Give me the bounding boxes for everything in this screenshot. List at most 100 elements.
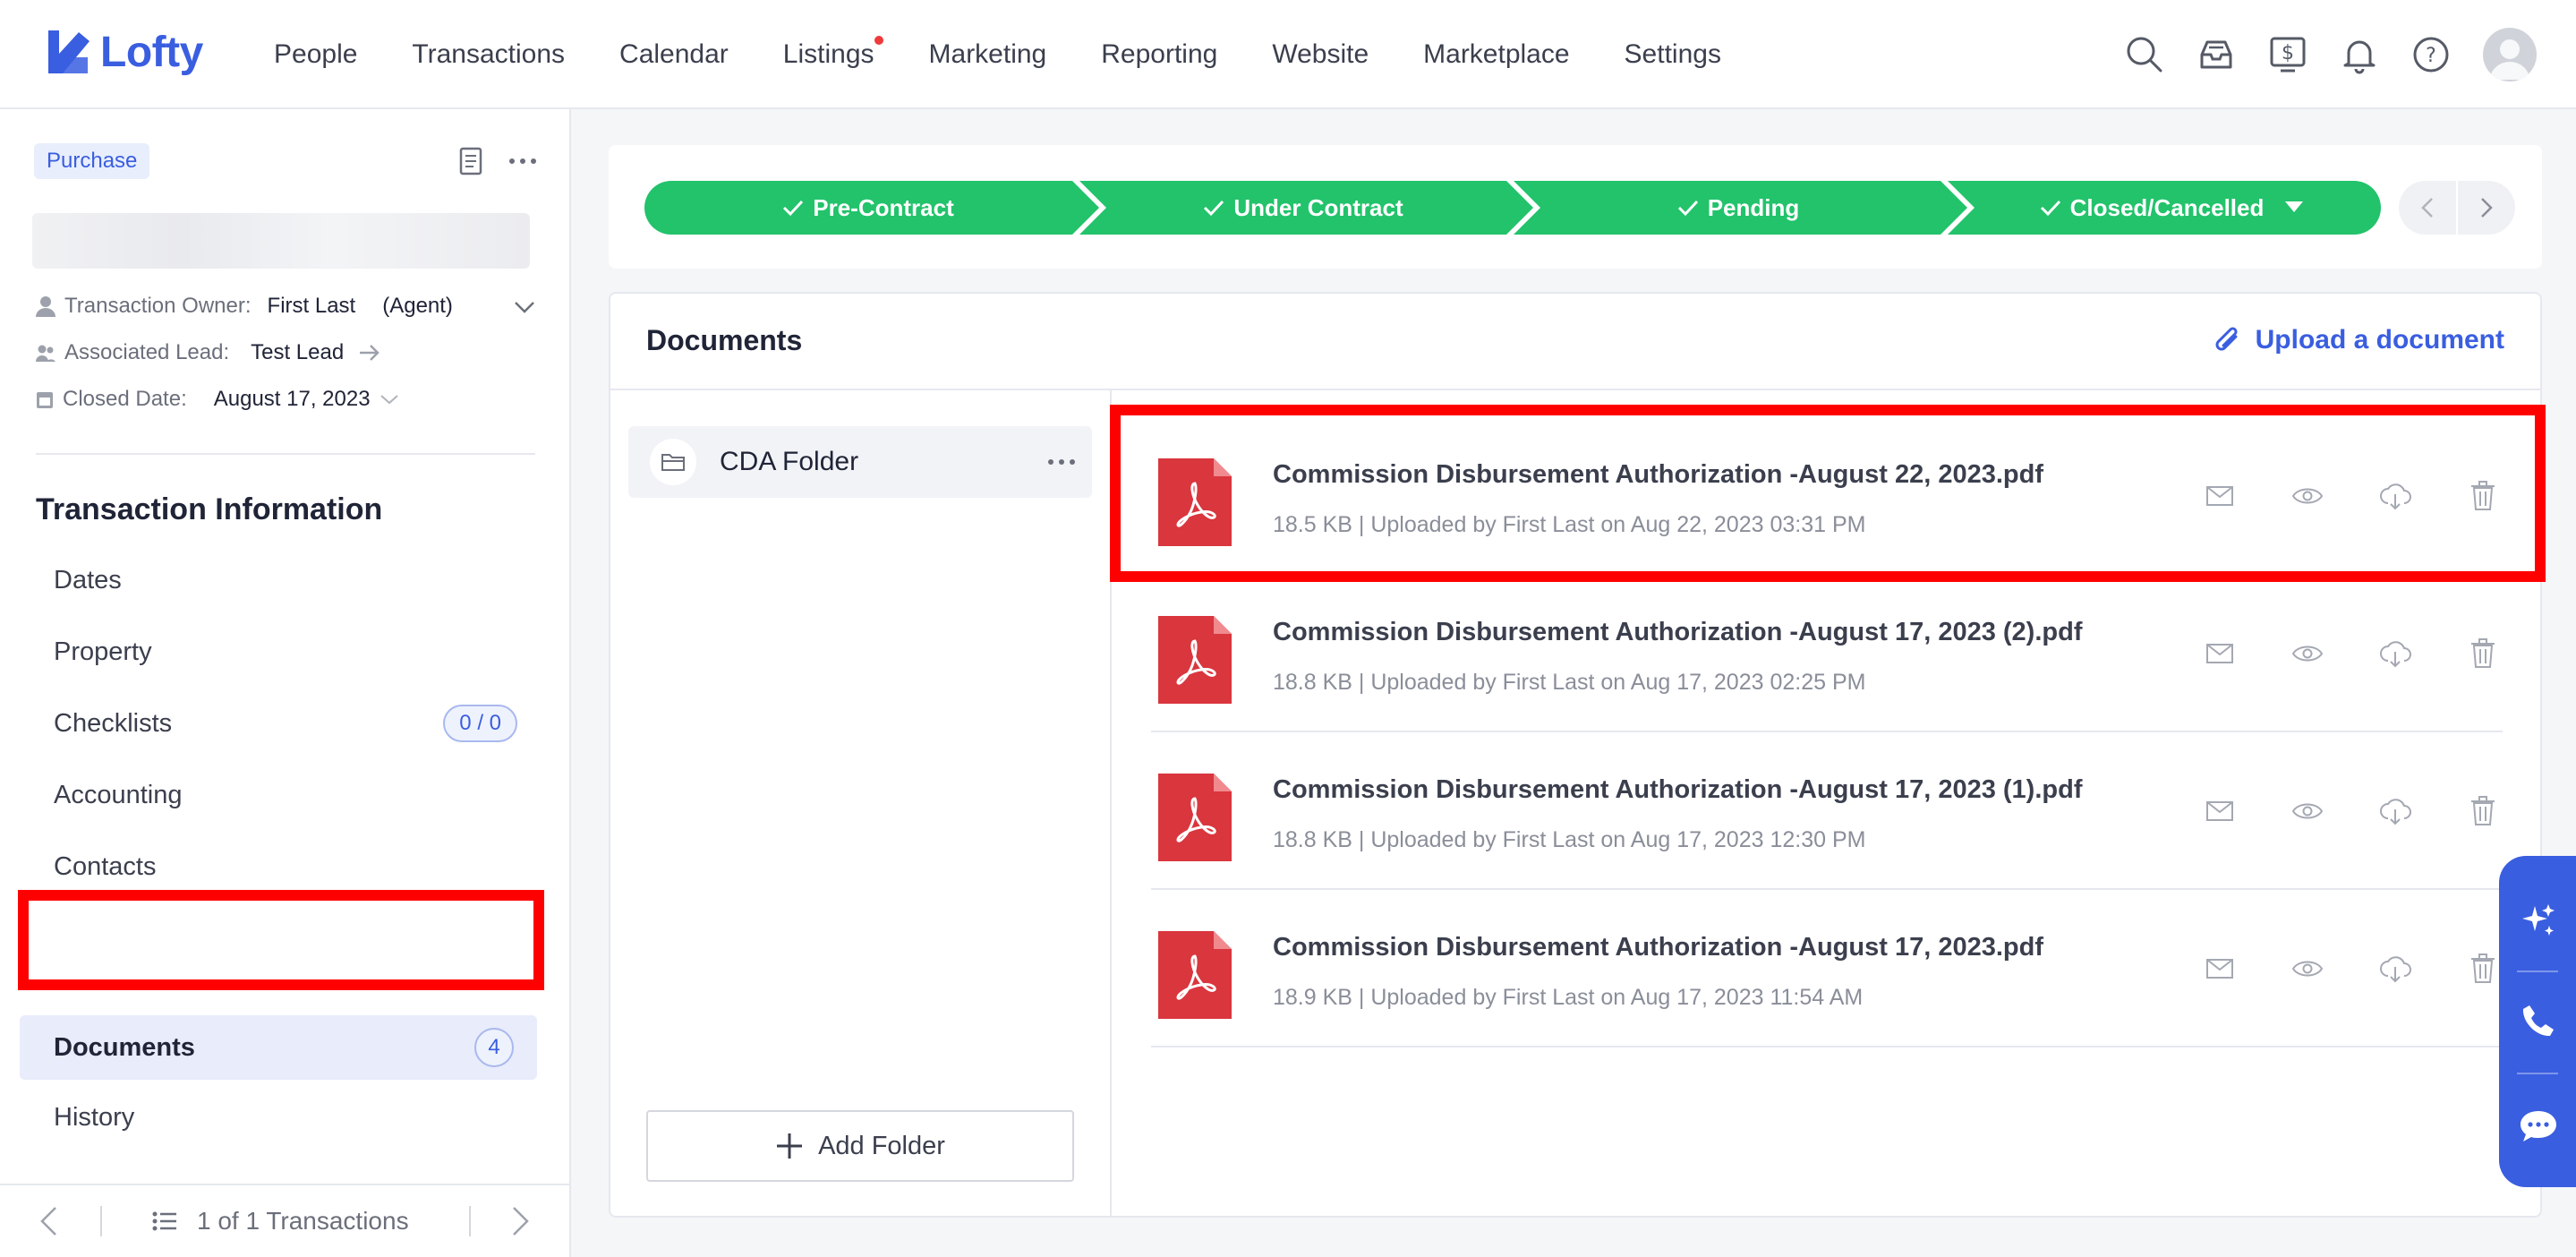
document-name[interactable]: Commission Disbursement Authorization -A… <box>1273 933 2043 962</box>
help-icon[interactable]: ? <box>2411 35 2451 74</box>
lead-value[interactable]: Test Lead <box>251 340 344 365</box>
document-row[interactable]: Commission Disbursement Authorization -A… <box>1151 575 2503 732</box>
pager-separator <box>469 1206 471 1236</box>
folder-list: CDA Folder Add Folder <box>610 390 1112 1216</box>
email-icon[interactable] <box>2200 949 2239 988</box>
nav-item-transactions[interactable]: Transactions <box>412 39 565 70</box>
stage-next-button[interactable] <box>2458 181 2515 235</box>
bell-icon[interactable] <box>2340 35 2379 74</box>
sidebar-divider <box>36 453 535 455</box>
email-icon[interactable] <box>2200 476 2239 516</box>
eye-icon[interactable] <box>2288 634 2327 673</box>
notes-icon[interactable] <box>453 143 489 179</box>
nav-item-settings[interactable]: Settings <box>1625 39 1721 70</box>
document-row[interactable]: Commission Disbursement Authorization -A… <box>1151 890 2503 1048</box>
email-icon[interactable] <box>2200 634 2239 673</box>
sidebar-item-documents[interactable]: Documents 4 <box>20 1015 537 1080</box>
document-name[interactable]: Commission Disbursement Authorization -A… <box>1273 618 2082 647</box>
sidebar-item-accounting[interactable]: Accounting <box>20 763 537 827</box>
nav-item-marketplace[interactable]: Marketplace <box>1423 39 1569 70</box>
document-name[interactable]: Commission Disbursement Authorization -A… <box>1273 460 2043 490</box>
sidebar-item-history[interactable]: History <box>20 1085 537 1150</box>
sidebar-item-checklists[interactable]: Checklists 0 / 0 <box>20 691 537 756</box>
add-folder-button[interactable]: Add Folder <box>646 1110 1074 1182</box>
phone-icon[interactable] <box>2517 999 2560 1042</box>
cloud-download-icon[interactable] <box>2376 476 2415 516</box>
inbox-icon[interactable] <box>2196 35 2236 74</box>
closed-date-value: August 17, 2023 <box>213 387 371 411</box>
trash-icon[interactable] <box>2463 476 2503 516</box>
trash-icon[interactable] <box>2463 634 2503 673</box>
document-row[interactable]: Commission Disbursement Authorization -A… <box>1151 732 2503 890</box>
sidebar-item-label: Accounting <box>54 780 183 809</box>
nav-item-reporting[interactable]: Reporting <box>1101 39 1217 70</box>
document-meta: 18.8 KB | Uploaded by First Last on Aug … <box>1273 827 1866 852</box>
nav-item-website[interactable]: Website <box>1272 39 1369 70</box>
paperclip-icon <box>2215 327 2238 351</box>
dollar-icon[interactable]: $ <box>2268 35 2307 74</box>
nav-item-listings[interactable]: Listings <box>783 36 883 70</box>
chevron-down-icon[interactable] <box>514 301 535 313</box>
chat-icon[interactable] <box>2517 1105 2560 1148</box>
cloud-download-icon[interactable] <box>2376 634 2415 673</box>
folder-icon <box>650 439 696 485</box>
chevron-right-icon[interactable] <box>512 1206 530 1236</box>
add-folder-label: Add Folder <box>818 1131 945 1160</box>
stage-pending[interactable]: Pending <box>1541 181 1935 235</box>
avatar[interactable] <box>2483 28 2537 81</box>
more-options-icon[interactable] <box>505 143 541 179</box>
folder-item-cda[interactable]: CDA Folder <box>628 426 1092 498</box>
lofty-logo-icon <box>48 30 90 73</box>
people-icon <box>36 345 55 362</box>
stage-closed-cancelled[interactable]: Closed/Cancelled <box>1975 181 2368 235</box>
sidebar-item-dates[interactable]: Dates <box>20 548 537 612</box>
more-options-icon[interactable] <box>1047 448 1076 476</box>
lofty-logo[interactable]: Lofty <box>45 27 203 77</box>
associated-lead-row: Associated Lead: Test Lead <box>36 340 381 365</box>
eye-icon[interactable] <box>2288 791 2327 831</box>
document-name[interactable]: Commission Disbursement Authorization -A… <box>1273 775 2082 805</box>
pdf-file-icon <box>1158 458 1232 546</box>
check-icon <box>2040 200 2060 217</box>
transaction-type-badge: Purchase <box>34 143 150 179</box>
document-actions <box>2152 476 2503 516</box>
checklist-count-badge: 0 / 0 <box>443 705 517 742</box>
chevron-left-icon[interactable] <box>39 1206 57 1236</box>
search-icon[interactable] <box>2125 35 2164 74</box>
transaction-sidebar: Purchase Transaction Owner: First Last (… <box>0 109 571 1257</box>
trash-icon[interactable] <box>2463 791 2503 831</box>
chevron-left-icon <box>2421 198 2433 218</box>
nav-item-marketing[interactable]: Marketing <box>929 39 1047 70</box>
nav-item-people[interactable]: People <box>274 39 357 70</box>
document-actions <box>2152 949 2503 988</box>
cloud-download-icon[interactable] <box>2376 949 2415 988</box>
sparkle-icon[interactable] <box>2517 899 2560 942</box>
cloud-download-icon[interactable] <box>2376 791 2415 831</box>
arrow-right-icon[interactable] <box>358 344 381 362</box>
stage-prev-button[interactable] <box>2399 181 2456 235</box>
check-icon <box>783 200 804 217</box>
stage-pre-contract[interactable]: Pre-Contract <box>671 181 1065 235</box>
sidebar-item-property[interactable]: Property <box>20 620 537 684</box>
documents-title: Documents <box>646 324 803 356</box>
nav-item-calendar[interactable]: Calendar <box>619 39 729 70</box>
email-icon[interactable] <box>2200 791 2239 831</box>
chevron-down-icon[interactable] <box>380 394 399 405</box>
trash-icon[interactable] <box>2463 949 2503 988</box>
owner-label: Transaction Owner: <box>64 294 252 318</box>
document-actions <box>2152 634 2503 673</box>
list-icon[interactable] <box>152 1210 177 1232</box>
upload-document-button[interactable]: Upload a document <box>2213 324 2504 356</box>
closed-date-row[interactable]: Closed Date: August 17, 2023 <box>36 387 399 412</box>
sidebar-item-label: Dates <box>54 565 122 594</box>
document-row[interactable]: Commission Disbursement Authorization -A… <box>1151 417 2503 575</box>
sidebar-item-label: Contacts <box>54 851 157 881</box>
eye-icon[interactable] <box>2288 949 2327 988</box>
sidebar-item-contacts[interactable]: Contacts <box>20 834 537 899</box>
caret-down-icon[interactable] <box>2285 201 2304 214</box>
check-icon <box>1204 200 1224 217</box>
stage-progress-card: Pre-Contract Under Contract Pending Clos… <box>609 145 2542 269</box>
transaction-owner-row[interactable]: Transaction Owner: First Last (Agent) <box>36 294 537 319</box>
eye-icon[interactable] <box>2288 476 2327 516</box>
stage-under-contract[interactable]: Under Contract <box>1106 181 1500 235</box>
